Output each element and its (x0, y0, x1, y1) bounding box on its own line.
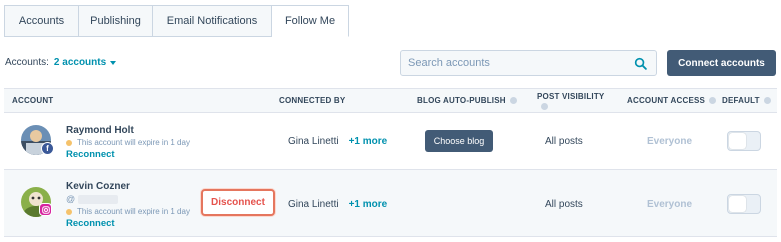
post-visibility-value: All posts (545, 199, 583, 210)
choose-blog-button[interactable]: Choose blog (425, 130, 493, 152)
tab-email-notifications[interactable]: Email Notifications (153, 5, 272, 37)
connected-by-user: Gina Linetti (288, 199, 339, 210)
account-access-value: Everyone (647, 199, 693, 210)
expiry-warning: This account will expire in 1 day (66, 207, 190, 216)
connected-by-user: Gina Linetti (288, 136, 339, 147)
header-post-visibility: POST VISIBILITY (537, 89, 604, 112)
info-icon[interactable] (709, 97, 717, 104)
connected-by: Gina Linetti +1 more (288, 199, 387, 210)
connected-by-more-link[interactable]: +1 more (349, 199, 388, 210)
header-account-access: ACCOUNT ACCESS (627, 89, 717, 112)
account-name: Raymond Holt (66, 125, 134, 136)
search-input[interactable] (401, 51, 621, 75)
info-icon[interactable] (541, 102, 548, 110)
account-handle: @ (66, 194, 119, 204)
header-account[interactable]: ACCOUNT (12, 89, 53, 112)
toggle-knob (729, 133, 746, 149)
toggle-knob (729, 196, 746, 212)
search-icon[interactable] (634, 57, 647, 70)
default-toggle[interactable] (727, 131, 761, 151)
tab-accounts[interactable]: Accounts (4, 5, 79, 37)
accounts-dropdown[interactable]: 2 accounts (53, 57, 117, 68)
header-blog-auto-publish: BLOG AUTO-PUBLISH (417, 89, 517, 112)
account-name: Kevin Cozner (66, 181, 130, 192)
reconnect-link[interactable]: Reconnect (66, 218, 115, 229)
header-connected-by[interactable]: CONNECTED BY (279, 89, 345, 112)
header-default-label: DEFAULT (722, 96, 760, 105)
account-access-value: Everyone (647, 136, 693, 147)
tab-bar: Accounts Publishing Email Notifications … (4, 5, 349, 37)
connect-accounts-button[interactable]: Connect accounts (667, 50, 776, 76)
accounts-filter: Accounts: 2 accounts (5, 57, 117, 68)
header-connected-by-label: CONNECTED BY (279, 96, 346, 105)
header-post-visibility-label: POST VISIBILITY (537, 91, 605, 101)
header-account-label: ACCOUNT (12, 96, 54, 105)
reconnect-link[interactable]: Reconnect (66, 149, 115, 160)
table-row: Kevin Cozner @ This account will expire … (4, 170, 777, 237)
caret-down-icon (110, 60, 117, 65)
connected-by-more-link[interactable]: +1 more (349, 136, 388, 147)
post-visibility-value: All posts (545, 136, 583, 147)
header-blog-auto-publish-label: BLOG AUTO-PUBLISH (417, 96, 506, 105)
warning-dot-icon (66, 208, 72, 215)
table-row: f Raymond Holt This account will expire … (4, 113, 777, 170)
warning-dot-icon (66, 139, 72, 146)
accounts-dropdown-label: 2 accounts (53, 57, 107, 68)
tab-follow-me[interactable]: Follow Me (272, 5, 349, 37)
expiry-warning-text: This account will expire in 1 day (77, 138, 190, 147)
table-header: ACCOUNT CONNECTED BY BLOG AUTO-PUBLISH P… (4, 88, 777, 113)
info-icon[interactable] (509, 97, 517, 104)
expiry-warning: This account will expire in 1 day (66, 138, 190, 147)
search-box (400, 50, 657, 76)
header-account-access-label: ACCOUNT ACCESS (627, 96, 706, 105)
accounts-filter-label: Accounts: (5, 57, 49, 68)
header-default: DEFAULT (722, 89, 771, 112)
expiry-warning-text: This account will expire in 1 day (77, 207, 190, 216)
facebook-icon: f (41, 142, 54, 155)
default-toggle[interactable] (727, 194, 761, 214)
info-icon[interactable] (763, 97, 771, 104)
instagram-icon (39, 203, 52, 216)
disconnect-button[interactable]: Disconnect (201, 189, 275, 216)
connected-by: Gina Linetti +1 more (288, 136, 387, 147)
redacted-handle (78, 194, 119, 204)
account-handle-prefix: @ (66, 194, 76, 204)
tab-publishing[interactable]: Publishing (79, 5, 153, 37)
